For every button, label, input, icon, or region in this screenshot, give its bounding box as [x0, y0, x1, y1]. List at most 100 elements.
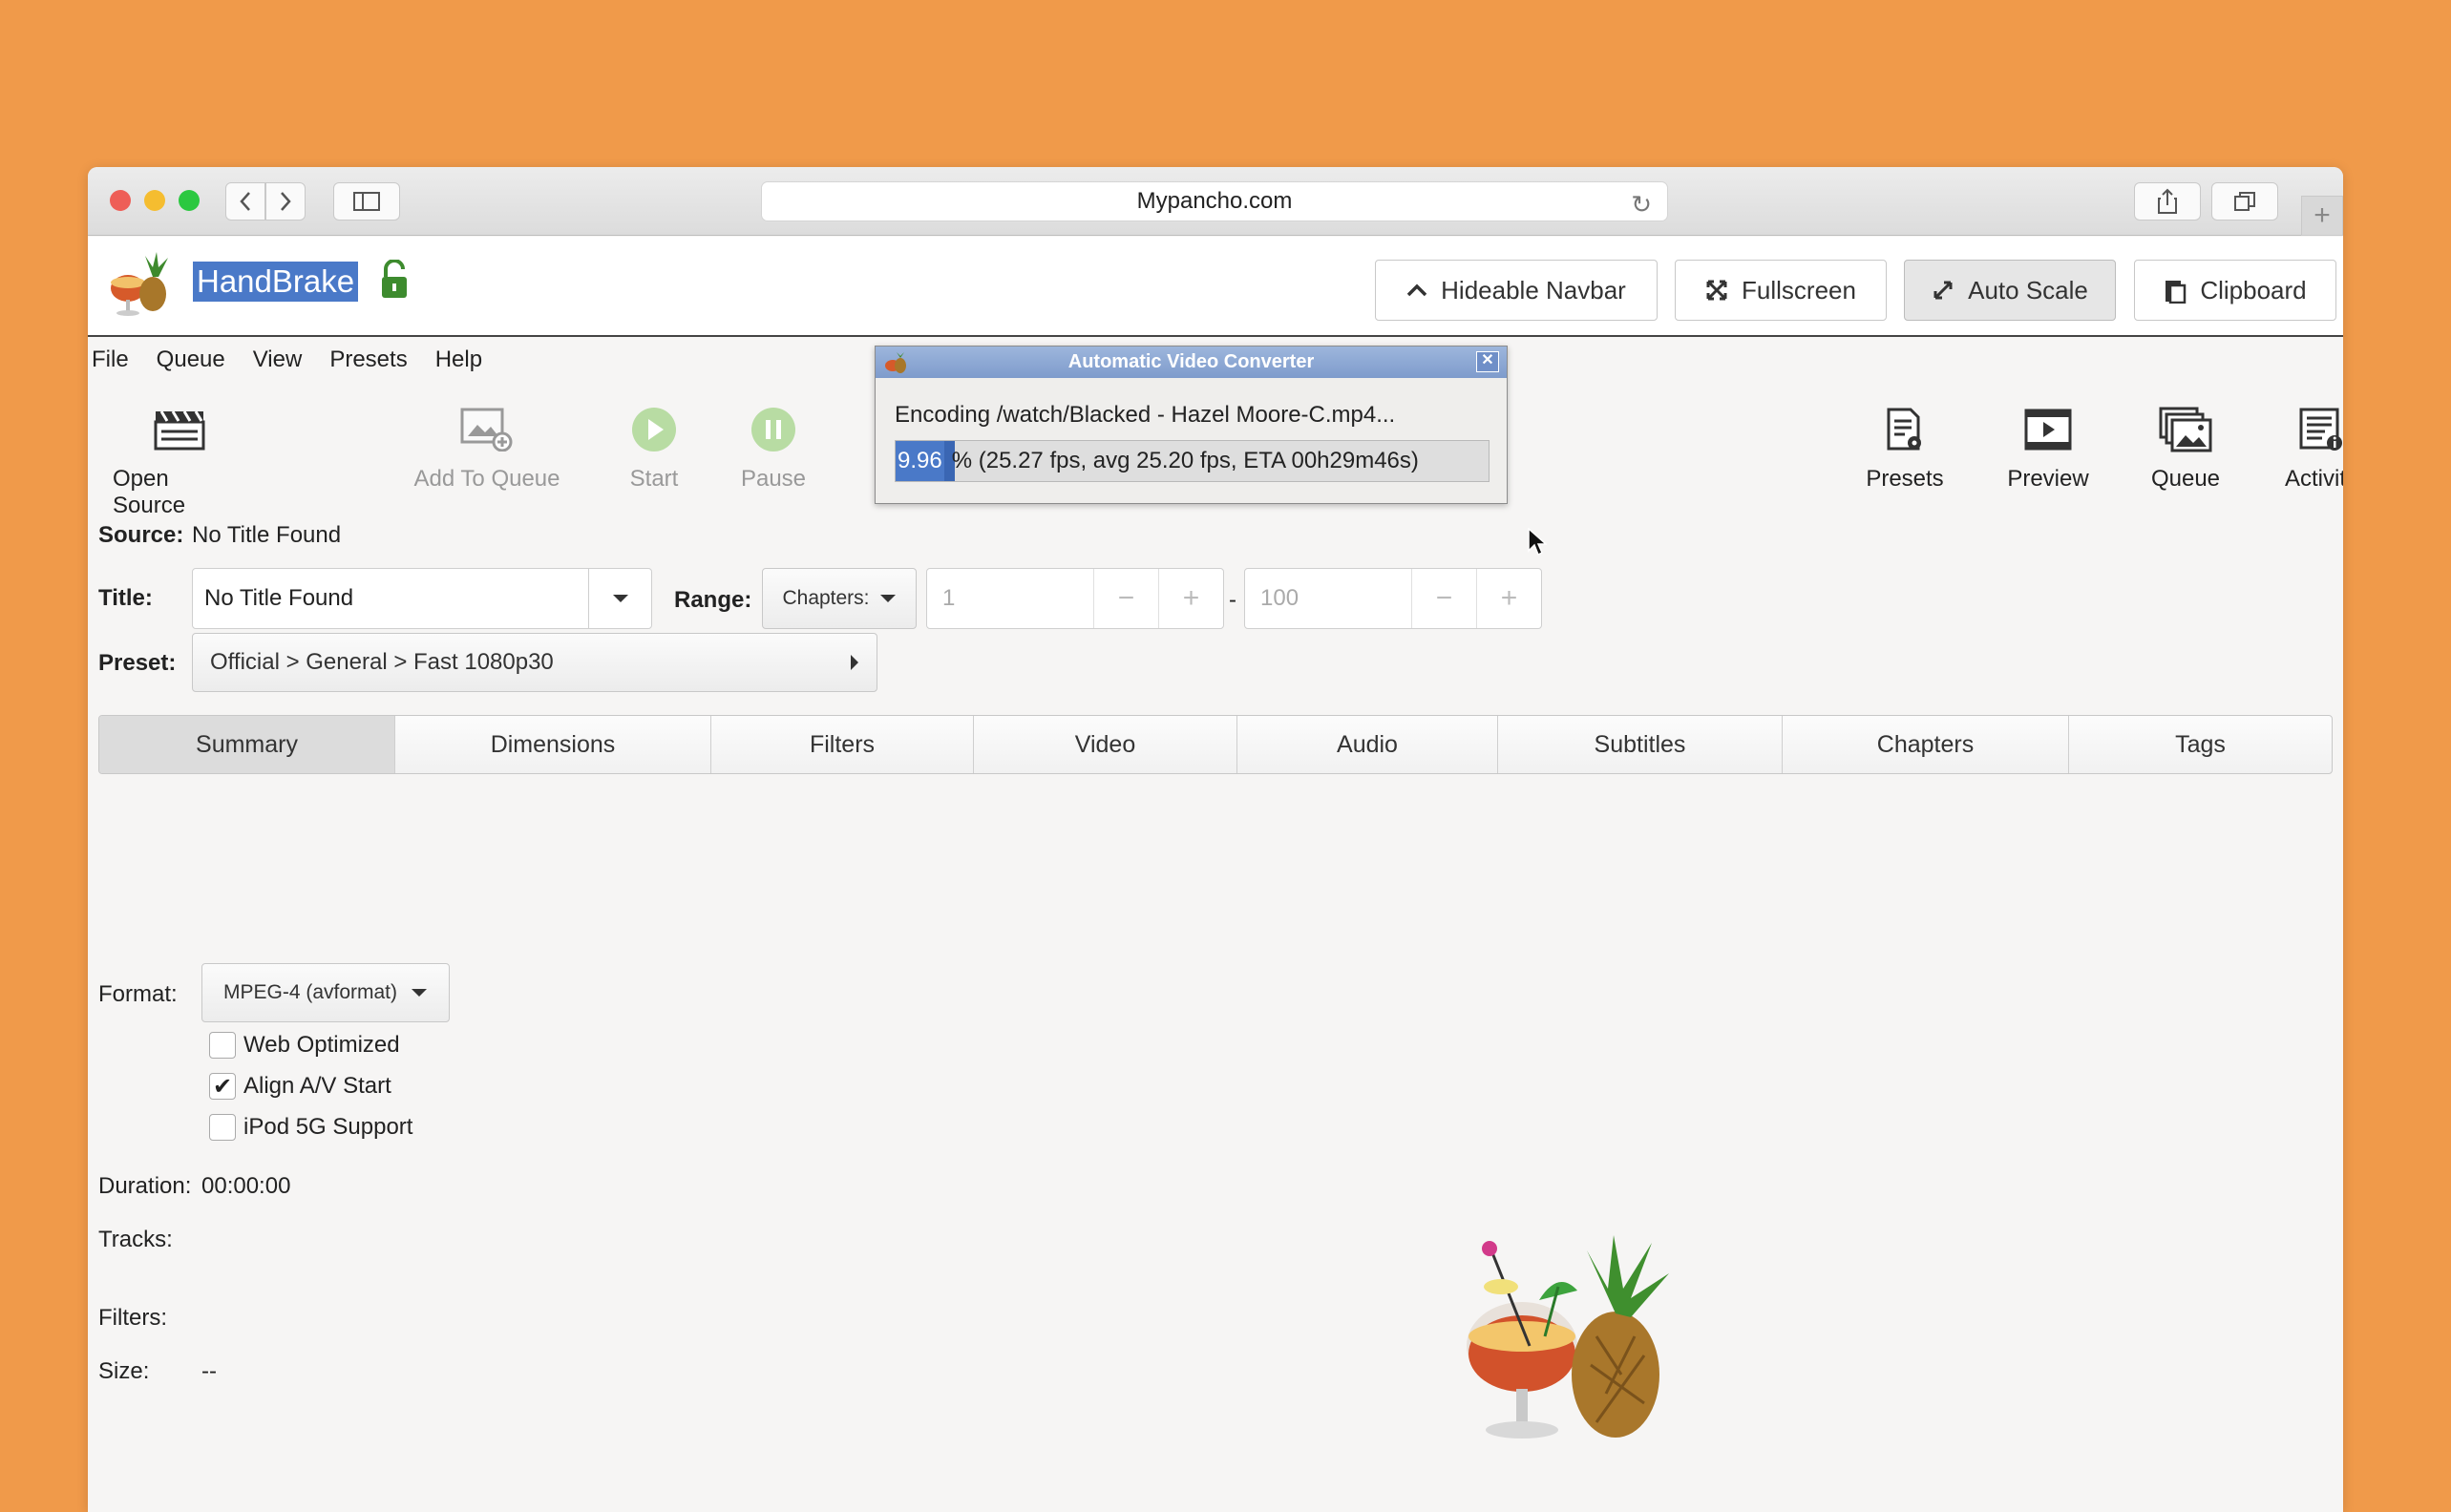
close-window-button[interactable] — [110, 190, 131, 211]
activity-log-icon — [2299, 408, 2342, 451]
tab-filters[interactable]: Filters — [711, 716, 974, 773]
clapperboard-icon — [154, 410, 205, 451]
fullscreen-label: Fullscreen — [1742, 275, 1856, 304]
preset-label: Preset: — [98, 650, 177, 676]
increment-icon[interactable]: + — [1158, 569, 1223, 628]
title-label: Title: — [98, 585, 153, 611]
menu-view[interactable]: View — [253, 339, 317, 381]
pause-button[interactable]: Pause — [735, 401, 812, 493]
play-icon — [632, 408, 676, 452]
sidebar-icon — [353, 192, 380, 211]
handbrake-large-logo-icon — [1467, 1235, 1669, 1438]
hideable-navbar-button[interactable]: Hideable Navbar — [1375, 260, 1658, 321]
size-label: Size: — [98, 1358, 150, 1384]
close-icon[interactable]: ✕ — [1476, 351, 1499, 372]
preset-selector[interactable]: Official > General > Fast 1080p30 — [192, 633, 877, 692]
tracks-label: Tracks: — [98, 1227, 173, 1252]
clipboard-button[interactable]: Clipboard — [2134, 260, 2336, 321]
tab-summary[interactable]: Summary — [99, 716, 395, 773]
presets-button[interactable]: Presets — [1857, 401, 1953, 493]
back-button[interactable] — [225, 182, 265, 220]
chevron-right-icon — [851, 655, 858, 670]
image-stack-icon — [2159, 407, 2212, 452]
encoding-dialog: Automatic Video Converter ✕ Encoding /wa… — [875, 346, 1508, 504]
plus-icon: + — [2314, 200, 2331, 231]
new-tab-button[interactable]: + — [2301, 196, 2343, 236]
range-end-value[interactable]: 100 — [1245, 585, 1411, 612]
add-to-queue-button[interactable]: Add To Queue — [411, 401, 563, 493]
ipod-support-checkbox[interactable] — [209, 1114, 236, 1141]
fullscreen-button[interactable]: Fullscreen — [1675, 260, 1887, 321]
tabs-overview-button[interactable] — [2211, 182, 2278, 220]
sidebar-button[interactable] — [333, 182, 400, 220]
menu-file[interactable]: File — [92, 339, 143, 381]
range-label: Range: — [674, 587, 752, 613]
filters-label: Filters: — [98, 1305, 167, 1331]
menu-help[interactable]: Help — [435, 339, 497, 381]
reload-icon[interactable]: ↻ — [1631, 190, 1652, 220]
zoom-window-button[interactable] — [179, 190, 200, 211]
fullscreen-icon — [1706, 280, 1727, 301]
chevron-up-icon — [1406, 284, 1427, 297]
chevron-down-icon — [412, 989, 428, 997]
presets-label: Presets — [1866, 466, 1944, 492]
tab-subtitles[interactable]: Subtitles — [1498, 716, 1783, 773]
film-preview-icon — [2024, 409, 2072, 451]
decrement-icon[interactable]: − — [1093, 569, 1158, 628]
format-label: Format: — [98, 981, 178, 1007]
chevron-down-icon[interactable] — [588, 569, 651, 628]
decrement-icon[interactable]: − — [1411, 569, 1476, 628]
progress-percent: 9.96 — [896, 441, 944, 481]
dialog-title: Automatic Video Converter — [1067, 351, 1315, 372]
add-to-queue-label: Add To Queue — [413, 466, 560, 492]
menu-queue[interactable]: Queue — [157, 339, 240, 381]
range-mode-select[interactable]: Chapters: — [762, 568, 917, 629]
open-source-label: Open Source — [113, 466, 186, 518]
auto-scale-button[interactable]: Auto Scale — [1904, 260, 2116, 321]
source-label: Source: — [98, 522, 184, 548]
forward-button[interactable] — [265, 182, 306, 220]
queue-label: Queue — [2150, 466, 2221, 492]
chevron-right-icon — [281, 192, 291, 211]
tab-audio[interactable]: Audio — [1237, 716, 1498, 773]
clipboard-icon — [2166, 281, 2187, 304]
ipod-support-label: iPod 5G Support — [243, 1114, 413, 1140]
tab-video[interactable]: Video — [974, 716, 1237, 773]
address-bar[interactable]: Mypancho.com ↻ — [761, 181, 1668, 221]
start-button[interactable]: Start — [616, 401, 692, 493]
share-button[interactable] — [2134, 182, 2201, 220]
mouse-cursor-icon — [1528, 528, 1547, 556]
menu-presets[interactable]: Presets — [329, 339, 421, 381]
clipboard-label: Clipboard — [2200, 275, 2307, 304]
range-end-stepper[interactable]: 100 − + — [1244, 568, 1542, 629]
tabs-icon — [2234, 192, 2255, 211]
increment-icon[interactable]: + — [1476, 569, 1541, 628]
unlocked-padlock-icon — [382, 260, 407, 298]
format-select[interactable]: MPEG-4 (avformat) — [201, 963, 450, 1022]
tab-dimensions[interactable]: Dimensions — [395, 716, 711, 773]
web-optimized-checkbox[interactable] — [209, 1032, 236, 1059]
chevron-left-icon — [240, 192, 250, 211]
checkmark-icon: ✔ — [212, 1073, 233, 1100]
hideable-navbar-label: Hideable Navbar — [1441, 275, 1626, 304]
encoding-progress-bar: 9.96 % (25.27 fps, avg 25.20 fps, ETA 00… — [895, 440, 1490, 482]
web-optimized-label: Web Optimized — [243, 1032, 400, 1058]
title-select-value: No Title Found — [204, 585, 354, 611]
activity-button[interactable]: Activity — [2273, 401, 2343, 493]
open-source-button[interactable]: Open Source — [113, 401, 246, 519]
tab-tags[interactable]: Tags — [2069, 716, 2332, 773]
align-av-checkbox[interactable]: ✔ — [209, 1073, 236, 1100]
tab-chapters[interactable]: Chapters — [1783, 716, 2069, 773]
duration-label: Duration: — [98, 1173, 192, 1199]
pause-label: Pause — [740, 466, 807, 492]
preview-label: Preview — [2007, 466, 2089, 492]
queue-button[interactable]: Queue — [2138, 401, 2233, 493]
title-select[interactable]: No Title Found — [192, 568, 652, 629]
dialog-titlebar[interactable]: Automatic Video Converter ✕ — [876, 346, 1507, 378]
share-icon — [2158, 188, 2177, 214]
preview-button[interactable]: Preview — [1996, 401, 2101, 493]
range-start-value[interactable]: 1 — [927, 585, 1093, 612]
range-start-stepper[interactable]: 1 − + — [926, 568, 1224, 629]
format-value: MPEG-4 (avformat) — [222, 981, 398, 1003]
minimize-window-button[interactable] — [144, 190, 165, 211]
